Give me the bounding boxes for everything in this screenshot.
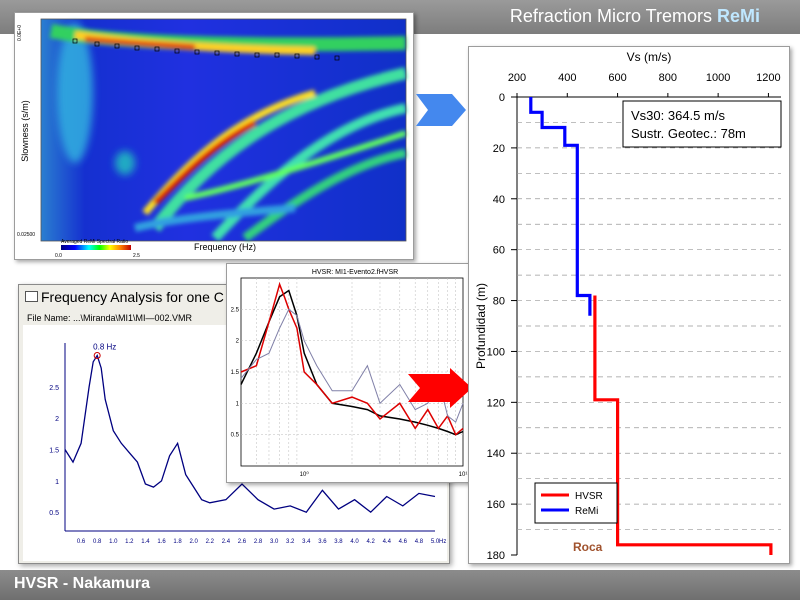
series-line-hvsr	[593, 295, 773, 555]
x-tick-label: 0.6	[77, 539, 86, 545]
window-icon	[25, 291, 38, 302]
y-tick-label: 1.5	[231, 370, 240, 376]
y-tick-label: 180	[487, 550, 505, 562]
x-tick-label: 1.4	[141, 539, 150, 545]
colorbar-min: 0.0	[55, 253, 62, 259]
y-tick-label: 20	[493, 143, 505, 155]
y-tick-label: 120	[487, 397, 505, 409]
x-tick-label: 1200	[756, 72, 780, 84]
y-tick-label: 2	[55, 416, 59, 423]
x-tick-label: 3.6	[318, 539, 327, 545]
colorbar-max: 2.5	[133, 253, 140, 259]
footer-title: HVSR - Nakamura	[14, 575, 151, 592]
y-tick-label: 60	[493, 245, 505, 257]
y-tick-label: 140	[487, 448, 505, 460]
x-tick-label: 2.2	[206, 539, 215, 545]
vs-profile-chart: Vs (m/s) 200 400 600 800 1000 1200 0 20 40 60 80 100…	[474, 50, 782, 562]
red-arrow-icon	[408, 368, 472, 408]
remi-y-top: 0.0E+0	[17, 25, 23, 41]
y-tick-label: 1.5	[49, 448, 59, 455]
series-line-remi	[529, 97, 592, 316]
footer-bar: HVSR - Nakamura	[0, 570, 800, 600]
y-tick-label: 100	[487, 346, 505, 358]
vs30-text: Vs30: 364.5 m/s	[631, 108, 725, 123]
y-tick-label: 2.5	[49, 385, 59, 392]
y-tick-label: 1	[55, 479, 59, 486]
x-tick-label: 4.2	[366, 539, 375, 545]
x-tick-label: 3.2	[286, 539, 295, 545]
header-title: Refraction Micro Tremors ReMi	[510, 6, 760, 27]
x-tick-label: 10¹	[459, 472, 468, 478]
x-tick-label: 400	[558, 72, 576, 84]
y-tick-label: 80	[493, 296, 505, 308]
x-tick-label: 2.6	[238, 539, 247, 545]
peak-label: 0.8 Hz	[93, 343, 116, 352]
x-tick-label: 4.0	[350, 539, 359, 545]
x-tick-label: 200	[508, 72, 526, 84]
x-tick-label: 800	[659, 72, 677, 84]
x-tick-label: 10⁰	[300, 471, 310, 478]
blue-arrow-icon	[416, 94, 466, 126]
x-tick-label: 2.4	[222, 539, 231, 545]
remi-panel: Averaged ReMi Spectral Ratio 0.0 2.5 0.0…	[14, 12, 414, 260]
y-tick-label: 0	[499, 92, 505, 104]
x-tick-label: 1.2	[125, 539, 134, 545]
y-tick-label: 0.5	[49, 510, 59, 517]
y-tick-label: 160	[487, 499, 505, 511]
remi-y-bottom: 0.02500	[17, 232, 35, 238]
header-title-accent: ReMi	[716, 6, 760, 26]
x-tick-label: 4.8	[415, 539, 424, 545]
header-title-main: Refraction Micro Tremors	[509, 6, 712, 26]
y-tick-label: 2.5	[231, 307, 240, 313]
window-title: Frequency Analysis for one C	[41, 289, 224, 305]
x-tick-label: 1.0	[109, 539, 118, 545]
hvsr-inset-title: HVSR: MI1-Evento2.fHVSR	[312, 269, 398, 276]
x-tick-label: 4.4	[383, 539, 392, 545]
x-tick-label: 600	[608, 72, 626, 84]
file-name-label: File Name: ...\Miranda\MI1\MI—002.VMR	[27, 313, 193, 323]
x-tick-label: 1.6	[157, 539, 166, 545]
vs-profile-panel: Vs (m/s) 200 400 600 800 1000 1200 0 20 40 60 80 100…	[468, 46, 790, 564]
x-tick-label: 3.0	[270, 539, 279, 545]
x-tick-label: 4.6	[399, 539, 408, 545]
remi-ylabel: Slowness (s/m)	[20, 100, 30, 162]
x-tick-label: 2.8	[254, 539, 263, 545]
legend-label: HVSR	[575, 491, 603, 502]
rock-label: Roca	[573, 540, 603, 554]
geotech-substrate-text: Sustr. Geotec.: 78m	[631, 126, 746, 141]
legend-box	[534, 482, 618, 524]
remi-spectrum-image: Averaged ReMi Spectral Ratio 0.0 2.5 0.0…	[17, 18, 408, 259]
y-tick-label: 0.5	[231, 433, 240, 439]
x-axis-title: Vs (m/s)	[627, 50, 672, 64]
colorbar	[61, 245, 131, 250]
colorbar-label: Averaged ReMi Spectral Ratio	[61, 239, 128, 245]
legend-label: ReMi	[575, 506, 598, 517]
x-tick-label: 1.8	[173, 539, 182, 545]
y-tick-label: 2	[236, 339, 240, 345]
x-unit-label: Hz	[439, 539, 446, 545]
x-tick-label: 0.8	[93, 539, 102, 545]
x-tick-label: 1000	[706, 72, 730, 84]
x-tick-label: 2.0	[190, 539, 199, 545]
x-tick-label: 3.8	[334, 539, 343, 545]
x-tick-label: 3.4	[302, 539, 311, 545]
y-axis-title: Profundidad (m)	[474, 283, 488, 369]
y-tick-label: 40	[493, 194, 505, 206]
y-tick-label: 1	[236, 401, 240, 407]
remi-xlabel: Frequency (Hz)	[194, 242, 256, 252]
